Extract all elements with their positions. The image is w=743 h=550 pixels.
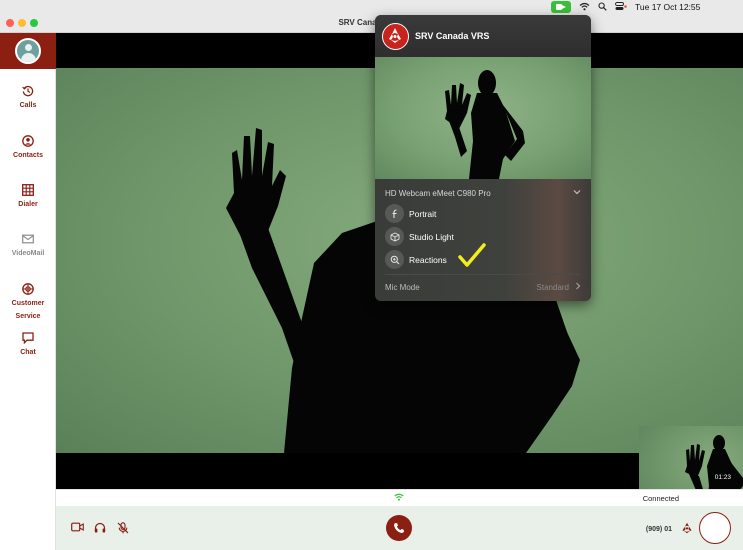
sidebar-item-calls[interactable]: Calls (0, 85, 56, 112)
sidebar-item-label: Customer (11, 300, 45, 307)
chat-bubble-icon (22, 332, 34, 344)
mic-mode-label: Mic Mode (385, 283, 420, 292)
effect-label: Studio Light (409, 232, 454, 242)
checkmark-annotation-icon (458, 243, 486, 267)
effect-label: Portrait (409, 209, 437, 219)
app-logo-icon (382, 23, 409, 50)
camera-device-selector[interactable]: HD Webcam eMeet C980 Pro (385, 187, 581, 201)
sidebar-item-videomail[interactable]: VideoMail (0, 233, 56, 260)
popup-app-title: SRV Canada VRS (415, 31, 490, 41)
call-button[interactable] (386, 515, 412, 541)
profile-button[interactable] (0, 33, 56, 69)
headphones-icon[interactable] (94, 522, 106, 533)
phone-icon (393, 523, 404, 534)
srv-logo-icon (682, 522, 692, 534)
menubar-clock[interactable]: Tue 17 Oct 12:55 (635, 2, 700, 12)
portrait-icon (385, 204, 404, 223)
call-timer: 01:23 (714, 474, 731, 481)
dialpad-icon (22, 184, 34, 196)
sidebar-item-label: Contacts (13, 152, 43, 159)
effect-portrait[interactable]: Portrait (385, 204, 581, 224)
camera-device-name: HD Webcam eMeet C980 Pro (385, 189, 491, 198)
sidebar-item-contacts[interactable]: Contacts (0, 135, 56, 162)
control-center-icon[interactable] (615, 1, 627, 13)
reactions-icon (385, 250, 404, 269)
wifi-icon[interactable] (579, 2, 590, 13)
popup-divider (385, 274, 581, 275)
call-toolbar: (909) 01 (56, 506, 743, 550)
mic-mode-row[interactable]: Mic Mode Standard (385, 281, 581, 295)
sidebar-item-dialer[interactable]: Dialer (0, 184, 56, 211)
self-view-toggle-button[interactable] (699, 512, 731, 544)
app-window: SRV Canada VRS Tue 17 Oct 12:55 Calls Co… (0, 0, 743, 550)
network-signal-icon (394, 493, 404, 501)
studio-light-icon (385, 227, 404, 246)
avatar (15, 38, 41, 64)
window-titlebar: SRV Canada VRS Tue 17 Oct 12:55 (0, 0, 743, 33)
mic-mode-value: Standard (536, 283, 569, 292)
sidebar: Calls Contacts Dialer VideoMail Customer… (0, 33, 56, 550)
camera-preview (375, 57, 591, 179)
sidebar-item-label: Calls (19, 102, 37, 109)
popup-header: SRV Canada VRS (375, 15, 591, 57)
chevron-down-icon (573, 188, 581, 197)
call-status-strip: Connected (56, 489, 743, 506)
video-camera-icon[interactable] (71, 522, 84, 532)
contacts-icon (22, 135, 34, 147)
window-title: SRV Canada VRS (338, 18, 405, 27)
sidebar-item-chat[interactable]: Chat (0, 332, 56, 359)
support-globe-icon (22, 283, 34, 295)
spotlight-search-icon[interactable] (598, 1, 607, 13)
sidebar-item-customer-service[interactable]: Customer Service (0, 283, 56, 323)
sidebar-item-label: Service (15, 313, 41, 320)
connection-status: Connected (642, 494, 679, 503)
sidebar-item-label: VideoMail (11, 250, 45, 257)
sidebar-item-label: Chat (20, 349, 36, 356)
call-history-icon (22, 85, 34, 97)
system-menubar: Tue 17 Oct 12:55 (551, 0, 743, 14)
preview-silhouette (445, 70, 525, 179)
sidebar-item-label: Dialer (18, 201, 38, 208)
chevron-right-icon (575, 282, 581, 292)
phone-number: (909) 01 (645, 526, 672, 533)
mic-muted-icon[interactable] (117, 522, 129, 534)
camera-in-use-icon[interactable] (551, 1, 571, 13)
mail-icon (22, 234, 34, 244)
effect-label: Reactions (409, 255, 447, 265)
